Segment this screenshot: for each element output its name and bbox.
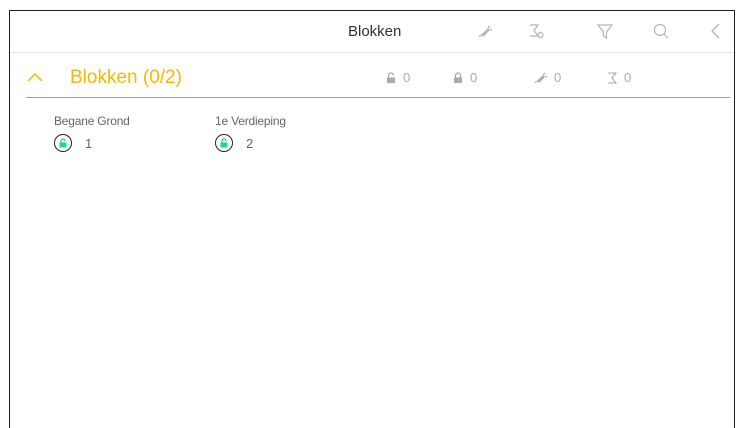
alarm-count-value: 0 — [554, 70, 562, 85]
alarm-count: 0 — [534, 70, 561, 85]
timer-count: 0 — [606, 70, 631, 85]
block-item[interactable]: 1e Verdieping 2 — [215, 114, 286, 152]
timer-icon — [608, 71, 618, 84]
app-window: Blokken Blokken (0/2) 0 0 0 0 Begane Gro… — [9, 10, 735, 428]
unlocked-count-value: 0 — [403, 70, 411, 85]
unlocked-icon — [54, 134, 72, 152]
block-number: 2 — [246, 135, 254, 151]
page-title: Blokken — [348, 23, 402, 40]
locked-count-value: 0 — [470, 70, 478, 85]
top-bar: Blokken — [10, 11, 734, 53]
filter-icon[interactable] — [594, 20, 616, 42]
locked-count: 0 — [452, 70, 477, 85]
alarm-bell-icon[interactable] — [474, 20, 496, 42]
section-header: Blokken (0/2) 0 0 0 0 — [26, 65, 730, 98]
unlocked-icon — [215, 134, 233, 152]
search-icon[interactable] — [650, 20, 672, 42]
section-title[interactable]: Blokken (0/2) — [70, 67, 182, 89]
block-item[interactable]: Begane Grond 1 — [54, 114, 130, 152]
alarm-bell-icon — [534, 72, 548, 83]
block-name: Begane Grond — [54, 114, 130, 128]
block-number: 1 — [85, 135, 93, 151]
back-chevron-icon[interactable] — [705, 20, 727, 42]
locked-icon — [454, 71, 462, 83]
unlocked-count: 0 — [385, 70, 410, 85]
timer-count-value: 0 — [624, 70, 632, 85]
unlocked-icon — [387, 71, 395, 83]
collapse-chevron-icon[interactable] — [26, 68, 44, 86]
filter-sigma-icon[interactable] — [525, 20, 547, 42]
block-name: 1e Verdieping — [215, 114, 286, 128]
